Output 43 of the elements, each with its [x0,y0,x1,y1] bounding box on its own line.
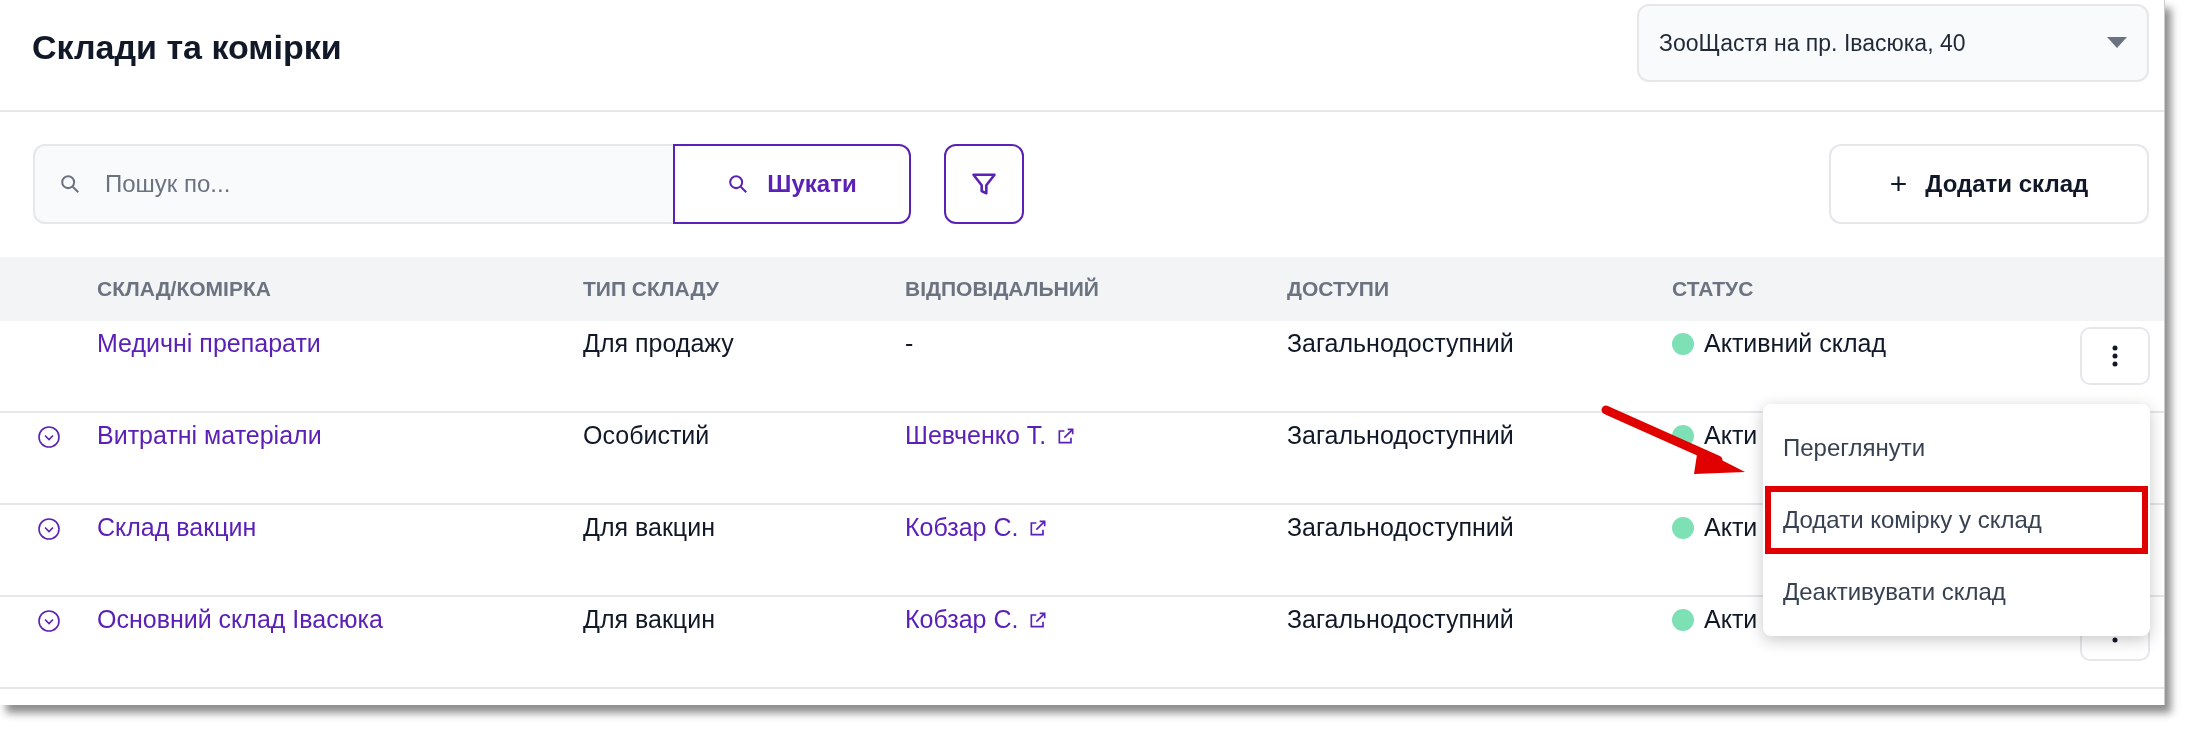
status-label: Акти [1704,605,1758,634]
table-cell-text: Особистий [583,421,711,450]
person-link[interactable]: Кобзар С. [905,513,1287,542]
add-warehouse-button[interactable]: + Додати склад [1829,144,2149,224]
column-header: ТИП СКЛАДУ [583,277,720,301]
location-select[interactable]: ЗооЩастя на пр. Івасюка, 40 [1637,4,2149,82]
table-cell-text: - [905,329,915,358]
chevron-down-icon[interactable] [36,609,61,633]
warehouse-link[interactable]: Витратні матеріали [97,421,583,450]
table-cell-text: Для вакцин [583,513,716,542]
search-button[interactable]: Шукати [673,144,911,224]
person-link[interactable]: Кобзар С. [905,605,1287,634]
filter-button[interactable] [944,144,1024,224]
search-input[interactable]: Пошук по... [103,169,623,199]
search-box[interactable]: Пошук по... [33,144,673,224]
table-cell-text: Загальнодоступний [1287,605,1515,634]
warehouse-link[interactable]: Основний склад Івасюка [97,605,583,634]
person-link[interactable]: Шевченко Т. [905,421,1287,450]
page-title: Склади та комірки [32,28,342,67]
column-header: ВІДПОВІДАЛЬНИЙ [905,277,1100,301]
column-header: ДОСТУПИ [1287,277,1391,301]
column-header: СКЛАД/КОМІРКА [97,277,272,301]
menu-item[interactable]: Деактивувати склад [1763,556,2150,628]
filter-icon [970,170,998,198]
table-cell-text: Загальнодоступний [1287,329,1515,358]
status-label: Акти [1704,421,1758,450]
chevron-down-icon[interactable] [36,425,61,449]
table-cell-text: Для продажу [583,329,735,358]
table-cell-text: Для вакцин [583,605,716,634]
caret-down-icon [2107,37,2127,49]
search-icon [727,173,750,195]
search-icon [59,173,81,195]
menu-item[interactable]: Переглянути [1763,412,2150,484]
more-vertical-icon [2111,344,2119,368]
warehouse-link[interactable]: Медичні препарати [97,329,583,358]
status-label: Акти [1704,513,1758,542]
menu-item[interactable]: Додати комірку у склад [1763,484,2150,556]
table-cell-text: Загальнодоступний [1287,421,1515,450]
chevron-down-icon[interactable] [36,517,61,541]
column-header: СТАТУС [1672,277,1755,301]
table-cell-text: Загальнодоступний [1287,513,1515,542]
status-label: Активний склад [1704,329,1887,358]
warehouse-link[interactable]: Склад вакцин [97,513,583,542]
